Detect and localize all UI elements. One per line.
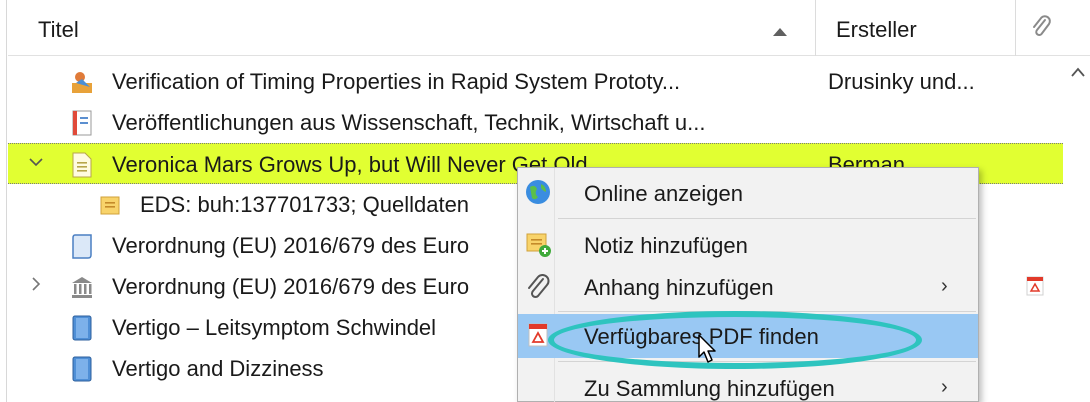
- menu-item-find-pdf[interactable]: Verfügbares PDF finden: [518, 314, 978, 358]
- chevron-right-icon[interactable]: [28, 276, 44, 292]
- item-title: Veröffentlichungen aus Wissenschaft, Tec…: [112, 110, 706, 135]
- manuscript-icon: [72, 234, 92, 259]
- paperclip-icon: [528, 274, 550, 299]
- item-row[interactable]: Veröffentlichungen aus Wissenschaft, Tec…: [8, 102, 1063, 143]
- vertical-scrollbar[interactable]: [1065, 56, 1090, 402]
- pane-divider: [0, 0, 7, 402]
- menu-item-label: Notiz hinzufügen: [584, 233, 748, 258]
- chevron-down-icon[interactable]: [28, 154, 44, 170]
- item-title: Verification of Timing Properties in Rap…: [112, 69, 681, 94]
- mouse-cursor-icon: [698, 334, 716, 363]
- context-menu: Online anzeigen Notiz hinzufügen Anhang …: [517, 167, 979, 402]
- presentation-icon: [72, 72, 92, 93]
- item-title: Vertigo and Dizziness: [112, 356, 324, 381]
- item-list-pane: Titel Ersteller Verification of Timing P…: [0, 0, 1090, 402]
- column-creator-header[interactable]: Ersteller: [816, 0, 1016, 56]
- menu-item-add-note[interactable]: Notiz hinzufügen: [518, 223, 978, 267]
- item-title: Verordnung (EU) 2016/679 des Euro: [112, 274, 470, 299]
- add-note-icon: [526, 233, 551, 257]
- statute-icon: [72, 277, 92, 298]
- submenu-arrow-icon: ›: [941, 275, 948, 297]
- item-title: Vertigo – Leitsymptom Schwindel: [112, 315, 437, 340]
- note-icon: [100, 196, 120, 215]
- item-creator: Drusinky und...: [828, 69, 975, 94]
- column-attachment-header[interactable]: [1016, 0, 1068, 56]
- column-title-label: Titel: [38, 17, 79, 42]
- book-icon: [72, 356, 92, 382]
- menu-separator: [558, 218, 976, 219]
- menu-item-add-attachment[interactable]: Anhang hinzufügen ›: [518, 265, 978, 309]
- globe-icon: [526, 180, 550, 204]
- pdf-icon: [528, 323, 548, 347]
- item-title: EDS: buh:137701733; Quelldaten: [140, 192, 470, 217]
- book-icon: [72, 315, 92, 341]
- scroll-up-icon[interactable]: [1070, 66, 1086, 78]
- menu-item-add-to-collection[interactable]: Zu Sammlung hinzufügen ›: [518, 366, 978, 402]
- journal-icon: [72, 110, 92, 136]
- item-row[interactable]: Verification of Timing Properties in Rap…: [8, 61, 1063, 102]
- menu-item-label: Online anzeigen: [584, 181, 744, 206]
- sort-ascending-icon: [773, 28, 787, 36]
- column-header: Titel Ersteller: [8, 0, 1090, 56]
- menu-separator: [558, 311, 976, 312]
- paperclip-icon: [1033, 15, 1051, 36]
- menu-item-label: Zu Sammlung hinzufügen: [584, 376, 835, 401]
- column-title-header[interactable]: Titel: [8, 0, 816, 56]
- menu-separator: [558, 361, 976, 362]
- menu-item-label: Anhang hinzufügen: [584, 275, 774, 300]
- item-title: Verordnung (EU) 2016/679 des Euro: [112, 233, 470, 258]
- pdf-icon[interactable]: [1026, 276, 1044, 296]
- submenu-arrow-icon: ›: [941, 376, 948, 398]
- document-icon: [72, 152, 92, 178]
- menu-item-view-online[interactable]: Online anzeigen: [518, 171, 978, 215]
- column-creator-label: Ersteller: [836, 17, 917, 42]
